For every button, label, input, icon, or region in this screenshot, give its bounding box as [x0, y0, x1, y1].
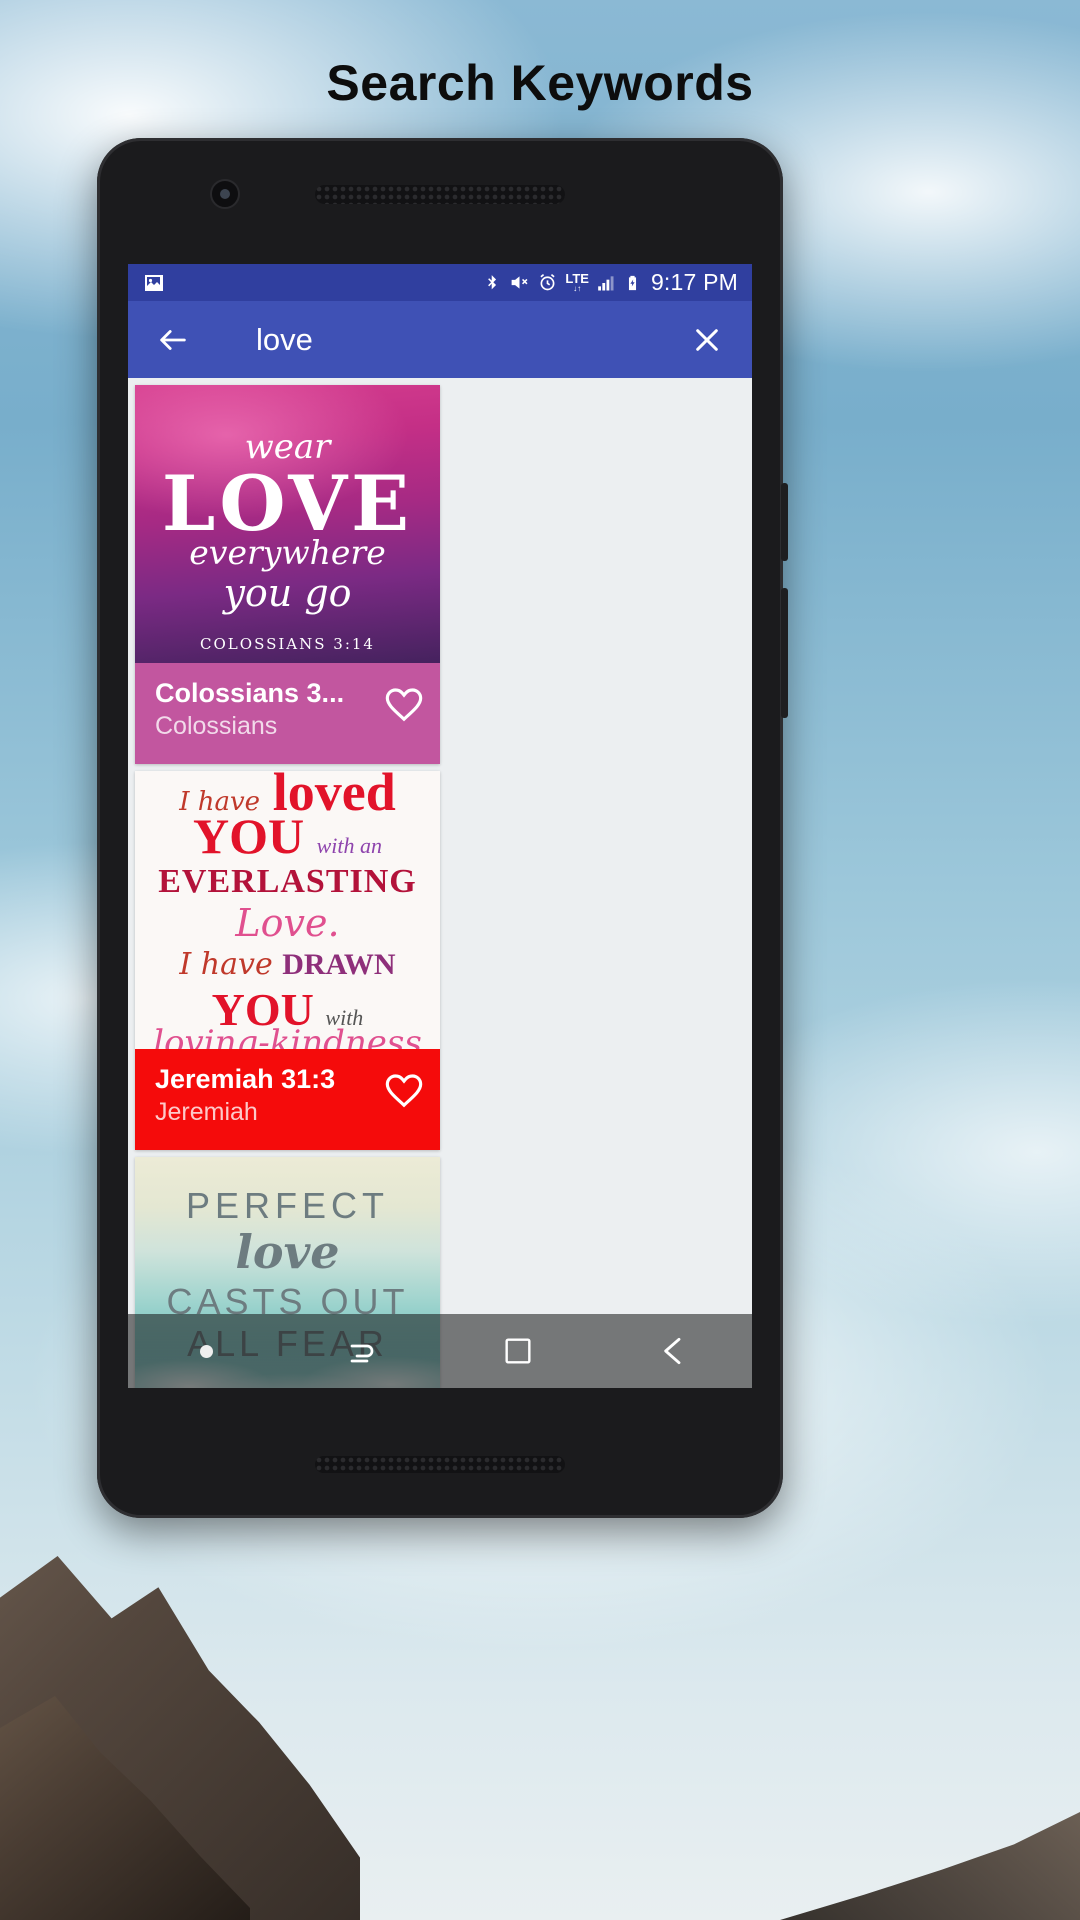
alarm-icon [537, 272, 558, 293]
page-title: Search Keywords [326, 55, 754, 111]
art-line: everywhere [189, 533, 386, 572]
art-reference: COLOSSIANS 3:14 [200, 635, 375, 653]
heart-outline-icon[interactable] [384, 1071, 424, 1111]
phone-screen: LTE ↓↑ 9:17 PM love wear LOVE everywhere… [128, 264, 752, 1388]
art-line: you go [223, 571, 352, 615]
verse-image[interactable]: wear LOVE everywhere you go COLOSSIANS 3… [135, 385, 440, 663]
power-button[interactable] [781, 483, 788, 561]
result-card[interactable]: wear LOVE everywhere you go COLOSSIANS 3… [135, 385, 440, 764]
front-camera [210, 179, 240, 209]
earpiece-speaker [315, 185, 565, 204]
close-icon[interactable] [684, 317, 730, 363]
battery-charging-icon [624, 272, 641, 294]
verse-image[interactable]: I have loved YOU with an EVERLASTING Lov… [135, 771, 440, 1049]
bottom-speaker [315, 1456, 565, 1473]
verse-book: Jeremiah [155, 1097, 258, 1126]
bluetooth-icon [483, 272, 502, 294]
image-icon [142, 271, 166, 295]
left-arrow-icon[interactable] [596, 1331, 752, 1371]
android-nav-bar [128, 1314, 752, 1388]
square-recents-icon[interactable] [440, 1334, 596, 1368]
art-line: Love. [235, 901, 340, 945]
art-line: loving-kindness [153, 1023, 422, 1049]
clock-time: 9:17 PM [650, 269, 738, 295]
status-bar: LTE ↓↑ 9:17 PM [128, 264, 752, 301]
verse-title: Jeremiah 31:3 [155, 1064, 336, 1094]
android-back-icon[interactable] [284, 1331, 440, 1371]
result-card[interactable]: I have loved YOU with an EVERLASTING Lov… [135, 771, 440, 1150]
signal-icon [596, 273, 617, 293]
lte-icon: LTE ↓↑ [565, 271, 589, 293]
search-app-bar [128, 301, 752, 378]
art-line: PERFECT [185, 1185, 389, 1226]
volume-button[interactable] [781, 588, 788, 718]
art-line: I have DRAWN [179, 947, 396, 982]
verse-book: Colossians [155, 711, 278, 740]
phone-mockup: LTE ↓↑ 9:17 PM love wear LOVE everywhere… [97, 138, 788, 1518]
search-input[interactable] [196, 321, 684, 358]
card-caption: Colossians 3... Colossians [135, 663, 440, 764]
art-line: YOU with an [192, 808, 382, 864]
back-arrow-icon[interactable] [150, 317, 196, 363]
verse-title: Colossians 3... [155, 678, 345, 708]
art-line: love [235, 1225, 340, 1279]
dot-icon[interactable] [128, 1344, 284, 1358]
mute-icon [509, 272, 530, 293]
heart-outline-icon[interactable] [384, 685, 424, 725]
art-line: EVERLASTING [158, 863, 417, 900]
card-caption: Jeremiah 31:3 Jeremiah [135, 1049, 440, 1150]
search-results-grid: wear LOVE everywhere you go COLOSSIANS 3… [128, 378, 752, 1388]
